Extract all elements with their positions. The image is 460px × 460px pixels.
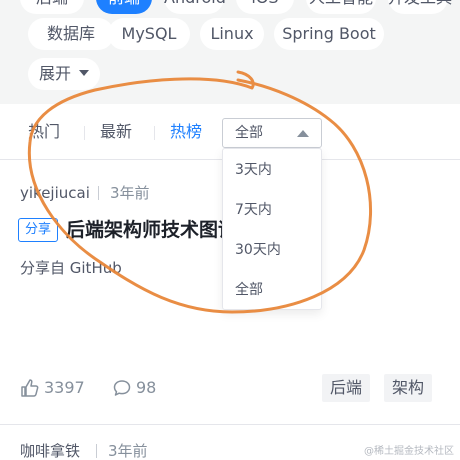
expand-tags-button[interactable]: 展开 <box>28 58 100 90</box>
time-range-dropdown: 3天内 7天内 30天内 全部 <box>222 148 322 310</box>
meta-divider <box>98 186 99 200</box>
tag-chip[interactable]: 开发工具 <box>388 0 452 14</box>
tag-chip[interactable]: 人工智能 <box>306 0 376 14</box>
dropdown-option-3days[interactable]: 3天内 <box>235 161 272 179</box>
article-tag[interactable]: 架构 <box>384 374 433 402</box>
tag-chip[interactable]: 后端 <box>20 0 84 14</box>
sort-divider <box>84 126 85 140</box>
article-desc: 分享自 GitHub <box>20 259 122 277</box>
tag-chip[interactable]: Android <box>164 0 226 14</box>
next-article-author[interactable]: 咖啡拿铁 <box>20 442 80 460</box>
article-time: 3年前 <box>110 184 150 202</box>
dropdown-option-30days[interactable]: 30天内 <box>235 241 281 259</box>
sort-divider <box>154 126 155 140</box>
expand-label: 展开 <box>38 64 71 83</box>
caret-up-icon <box>297 130 309 137</box>
dropdown-option-7days[interactable]: 7天内 <box>235 201 272 219</box>
tag-chip[interactable]: Spring Boot <box>274 18 384 50</box>
comment-icon[interactable] <box>112 378 132 398</box>
time-range-value: 全部 <box>235 125 263 141</box>
tag-chip[interactable]: 数据库 <box>28 18 114 50</box>
time-range-select[interactable]: 全部 <box>222 118 322 148</box>
tag-chip[interactable]: Linux <box>200 18 264 50</box>
tag-chip[interactable]: MySQL <box>108 18 190 50</box>
tab-latest[interactable]: 最新 <box>100 122 132 142</box>
dropdown-option-all[interactable]: 全部 <box>235 281 263 299</box>
article-author[interactable]: yikejiucai <box>20 184 90 202</box>
tag-filter-area: 后端 前端 Android iOS 人工智能 开发工具 数据库 MySQL Li… <box>0 0 460 104</box>
next-article-time: 3年前 <box>108 442 148 460</box>
article-tag[interactable]: 后端 <box>322 374 371 402</box>
comment-count: 98 <box>136 378 157 397</box>
meta-divider <box>96 444 97 458</box>
tag-chip-active[interactable]: 前端 <box>96 0 152 14</box>
chevron-down-icon <box>79 69 89 76</box>
card-divider <box>0 424 460 425</box>
watermark: @稀土掘金技术社区 <box>364 446 454 457</box>
article-title[interactable]: 后端架构师技术图谱 <box>66 216 226 244</box>
thumbs-up-icon[interactable] <box>20 378 40 398</box>
share-badge: 分享 <box>18 218 59 242</box>
tab-hot[interactable]: 热门 <box>28 122 60 142</box>
like-count: 3397 <box>44 378 85 397</box>
tag-chip[interactable]: iOS <box>236 0 294 14</box>
tab-hot-list[interactable]: 热榜 <box>170 122 202 142</box>
